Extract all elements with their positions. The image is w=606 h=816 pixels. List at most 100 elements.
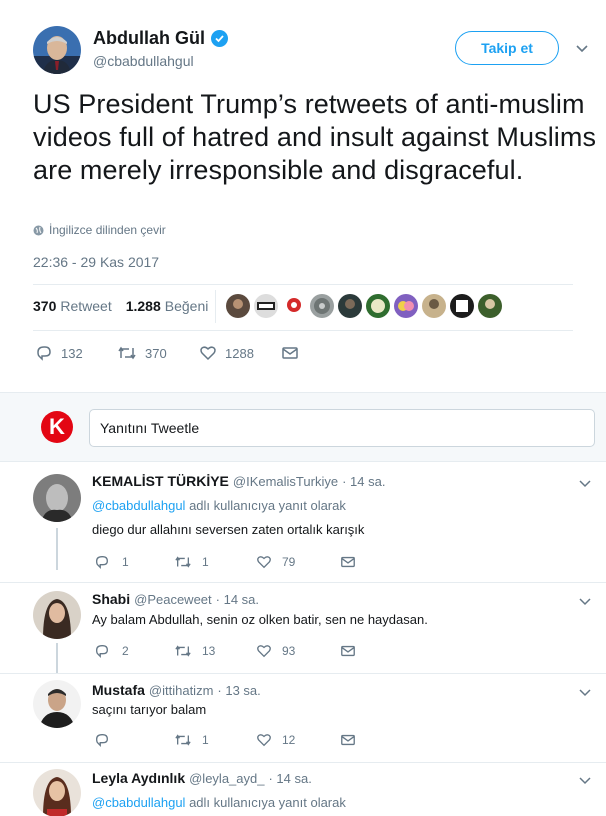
reply-time[interactable]: · 14 sa. [216, 592, 259, 607]
reply-button[interactable]: 132 [35, 344, 117, 362]
avatar[interactable] [33, 474, 81, 522]
avatar[interactable] [33, 769, 81, 816]
reply-author-handle[interactable]: @Peaceweet [134, 592, 212, 607]
chevron-down-icon[interactable] [578, 685, 592, 699]
reply-author-name[interactable]: Shabi [92, 591, 130, 607]
message-button[interactable] [340, 643, 356, 659]
reply-time[interactable]: · 14 sa. [342, 474, 385, 489]
avatar[interactable] [33, 591, 81, 639]
tweet-stats: 370 Retweet 1.288 Beğeni [33, 298, 208, 314]
translate-label[interactable]: İngilizce dilinden çevir [49, 223, 166, 237]
message-button[interactable] [340, 554, 356, 570]
liker-avatar[interactable] [394, 294, 418, 318]
heart-icon [256, 554, 272, 570]
divider [33, 284, 573, 285]
reply-actions: 2 13 93 [94, 643, 356, 659]
avatar[interactable] [33, 26, 81, 74]
like-button[interactable]: 1288 [199, 344, 281, 362]
retweet-label[interactable]: Retweet [60, 298, 111, 314]
avatar[interactable] [33, 680, 81, 728]
envelope-icon [281, 344, 299, 362]
reply-input[interactable]: Yanıtını Tweetle [89, 409, 595, 447]
reply-tweet[interactable]: Mustafa @ittihatizm · 13 sa. saçını tarı… [0, 674, 606, 762]
heart-icon [199, 344, 217, 362]
tweet-actions: 132 370 1288 [35, 344, 299, 362]
retweet-icon [174, 643, 192, 659]
like-label[interactable]: Beğeni [165, 298, 209, 314]
liker-avatar[interactable] [450, 294, 474, 318]
reply-button[interactable]: 1 [94, 554, 174, 570]
reply-author-name[interactable]: Leyla Aydınlık [92, 770, 185, 786]
retweet-count: 1 [202, 733, 209, 747]
chevron-down-icon[interactable] [574, 40, 590, 56]
chevron-down-icon[interactable] [578, 773, 592, 787]
like-button[interactable]: 93 [256, 643, 340, 659]
thread-line [56, 528, 58, 570]
follow-button[interactable]: Takip et [455, 31, 559, 65]
main-tweet: Abdullah Gül @cbabdullahgul Takip et US … [0, 0, 606, 392]
retweet-button[interactable]: 370 [117, 344, 199, 362]
liker-avatar[interactable] [310, 294, 334, 318]
retweet-icon [174, 554, 192, 570]
reply-icon [35, 344, 53, 362]
reply-tweet[interactable]: Leyla Aydınlık @leyla_ayd_ · 14 sa. @cba… [0, 763, 606, 816]
tweet-timestamp[interactable]: 22:36 - 29 Kas 2017 [33, 254, 159, 270]
reply-text: Ay balam Abdullah, senin oz olken batir,… [92, 612, 428, 627]
liker-avatar[interactable] [422, 294, 446, 318]
replying-to-suffix: adlı kullanıcıya yanıt olarak [189, 795, 346, 810]
message-button[interactable] [340, 732, 356, 748]
liker-avatar[interactable] [338, 294, 362, 318]
replying-to-handle[interactable]: @cbabdullahgul [92, 498, 185, 513]
replying-to: @cbabdullahgul adlı kullanıcıya yanıt ol… [92, 498, 346, 513]
retweet-icon [174, 732, 192, 748]
like-button[interactable]: 12 [256, 732, 340, 748]
translate-link[interactable]: İngilizce dilinden çevir [33, 223, 166, 237]
user-avatar[interactable]: K [41, 411, 73, 443]
like-button[interactable]: 79 [256, 554, 340, 570]
liker-avatar[interactable] [254, 294, 278, 318]
reply-actions: 1 1 79 [94, 554, 356, 570]
retweet-button[interactable]: 1 [174, 732, 256, 748]
chevron-down-icon[interactable] [578, 476, 592, 490]
tweet-text: US President Trump’s retweets of anti-mu… [33, 89, 597, 185]
reply-author-name[interactable]: Mustafa [92, 682, 145, 698]
reply-author-handle[interactable]: @leyla_ayd_ [189, 771, 264, 786]
reply-compose: K Yanıtını Tweetle [0, 392, 606, 462]
replying-to-handle[interactable]: @cbabdullahgul [92, 795, 185, 810]
author-name-row[interactable]: Abdullah Gül [93, 28, 228, 49]
retweet-count: 13 [202, 644, 216, 658]
reply-button[interactable]: 2 [94, 643, 174, 659]
chevron-down-icon[interactable] [578, 594, 592, 608]
globe-icon [33, 225, 44, 236]
author-handle[interactable]: @cbabdullahgul [93, 53, 194, 69]
retweet-button[interactable]: 1 [174, 554, 256, 570]
heart-icon [256, 732, 272, 748]
like-count: 79 [282, 555, 296, 569]
author-name[interactable]: Abdullah Gül [93, 28, 205, 49]
reply-time[interactable]: · 14 sa. [268, 771, 311, 786]
reply-author-name[interactable]: KEMALİST TÜRKİYE [92, 473, 229, 489]
heart-icon [256, 643, 272, 659]
retweet-count: 1 [202, 555, 209, 569]
like-count[interactable]: 1.288 [126, 298, 161, 314]
reply-author-handle[interactable]: @ittihatizm [149, 683, 214, 698]
reply-tweet[interactable]: KEMALİST TÜRKİYE @IKemalisTurkiye · 14 s… [0, 462, 606, 582]
reply-author-handle[interactable]: @IKemalisTurkiye [233, 474, 338, 489]
retweet-count[interactable]: 370 [33, 298, 56, 314]
liker-avatar[interactable] [226, 294, 250, 318]
liker-avatar[interactable] [478, 294, 502, 318]
liker-avatar[interactable] [282, 294, 306, 318]
reply-text: saçını tarıyor balam [92, 702, 207, 717]
replying-to: @cbabdullahgul adlı kullanıcıya yanıt ol… [92, 795, 346, 810]
reply-tweet[interactable]: Shabi @Peaceweet · 14 sa. Ay balam Abdul… [0, 583, 606, 673]
reply-count: 132 [61, 345, 83, 361]
reply-header: Mustafa @ittihatizm · 13 sa. [92, 682, 261, 698]
reply-button[interactable] [94, 732, 174, 748]
reply-time[interactable]: · 13 sa. [217, 683, 260, 698]
liker-avatar[interactable] [366, 294, 390, 318]
retweet-action-count: 370 [145, 345, 167, 361]
reply-header: Leyla Aydınlık @leyla_ayd_ · 14 sa. [92, 770, 312, 786]
reply-header: Shabi @Peaceweet · 14 sa. [92, 591, 259, 607]
retweet-button[interactable]: 13 [174, 643, 256, 659]
message-button[interactable] [281, 344, 299, 362]
